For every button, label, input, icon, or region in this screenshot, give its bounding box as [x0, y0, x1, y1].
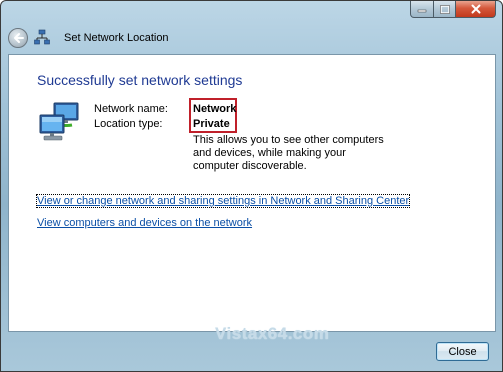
page-heading: Successfully set network settings — [37, 72, 243, 88]
location-description: This allows you to see other computers a… — [193, 134, 384, 172]
window-close-button[interactable] — [456, 1, 496, 18]
content-panel: Successfully set network settings Networ… — [8, 54, 496, 332]
back-button[interactable] — [8, 28, 28, 48]
back-arrow-icon — [14, 33, 24, 43]
window-title: Set Network Location — [64, 32, 169, 44]
minimize-button[interactable] — [410, 1, 434, 18]
view-computers-link[interactable]: View computers and devices on the networ… — [37, 217, 252, 229]
location-type-value: Private — [193, 118, 230, 130]
network-sharing-center-link[interactable]: View or change network and sharing setti… — [35, 194, 411, 208]
close-icon — [471, 4, 480, 14]
watermark: Vistax64.com — [215, 324, 330, 343]
close-button-label: Close — [448, 345, 477, 358]
network-name-label: Network name: — [94, 103, 168, 115]
maximize-icon — [439, 4, 450, 14]
minimize-icon — [417, 9, 427, 13]
network-icon — [34, 29, 50, 45]
maximize-button[interactable] — [434, 1, 456, 18]
title-bar: Set Network Location — [1, 1, 502, 53]
set-network-location-window: Set Network Location Successfully set ne… — [0, 0, 503, 372]
close-button[interactable]: Close — [436, 342, 489, 361]
caption-buttons — [410, 1, 496, 18]
network-name-value: Network — [193, 103, 237, 115]
location-type-label: Location type: — [94, 118, 163, 130]
network-computers-icon — [39, 102, 79, 141]
